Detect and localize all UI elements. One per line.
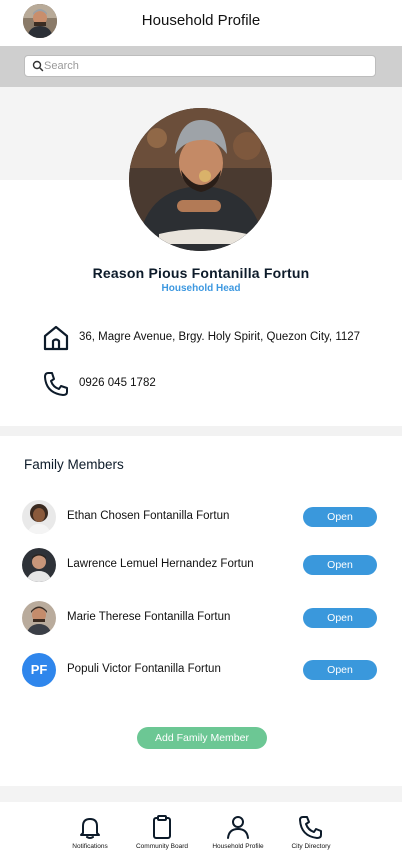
tab-community-board[interactable]: Community Board: [122, 814, 202, 860]
tab-notifications[interactable]: Notifications: [50, 814, 130, 860]
clipboard-icon: [153, 815, 171, 839]
member-avatar: [22, 601, 56, 635]
search-icon: [32, 60, 44, 72]
tab-label: Household Profile: [212, 843, 264, 850]
user-icon: [227, 816, 249, 839]
tab-label: Notifications: [72, 843, 108, 850]
home-icon: [43, 325, 69, 351]
address-row: 36, Magre Avenue, Brgy. Holy Spirit, Que…: [42, 324, 382, 352]
tab-household-profile[interactable]: Household Profile: [198, 814, 278, 860]
section-divider: [0, 426, 402, 436]
member-name: Marie Therese Fontanilla Fortun: [67, 611, 231, 623]
list-item: Marie Therese Fontanilla Fortun Open: [22, 601, 378, 635]
open-member-button[interactable]: Open: [303, 660, 377, 680]
phone-row: 0926 045 1782: [42, 370, 382, 398]
search-bar-container: [0, 46, 402, 87]
footer-divider: [0, 786, 402, 802]
member-avatar: [22, 548, 56, 582]
profile-photo: [129, 108, 272, 251]
tab-city-directory[interactable]: City Directory: [271, 814, 351, 860]
list-item: Lawrence Lemuel Hernandez Fortun Open: [22, 548, 378, 582]
add-family-member-button[interactable]: Add Family Member: [137, 727, 267, 749]
search-input[interactable]: [44, 58, 364, 74]
open-member-button[interactable]: Open: [303, 507, 377, 527]
search-field[interactable]: [24, 55, 376, 77]
household-head-name: Reason Pious Fontanilla Fortun: [92, 265, 310, 281]
tab-label: Community Board: [135, 843, 189, 850]
member-initials: PF: [22, 653, 56, 687]
open-member-button[interactable]: Open: [303, 608, 377, 628]
bottom-nav: Notifications Community Board Household …: [0, 802, 402, 866]
address-text: 36, Magre Avenue, Brgy. Holy Spirit, Que…: [79, 331, 361, 343]
page-title: Household Profile: [141, 12, 261, 29]
list-item: Ethan Chosen Fontanilla Fortun Open: [22, 500, 378, 534]
phone-icon: [299, 816, 322, 839]
family-members-title: Family Members: [24, 457, 124, 472]
member-name: Populi Victor Fontanilla Fortun: [67, 663, 221, 675]
top-header: Household Profile: [0, 0, 402, 46]
tab-label: City Directory: [291, 843, 331, 850]
bell-icon: [80, 818, 100, 839]
household-head-role: Household Head: [161, 283, 241, 294]
member-avatar: PF: [22, 653, 56, 687]
phone-icon: [44, 372, 68, 396]
list-item: PF Populi Victor Fontanilla Fortun Open: [22, 653, 378, 687]
member-name: Lawrence Lemuel Hernandez Fortun: [67, 558, 254, 570]
member-name: Ethan Chosen Fontanilla Fortun: [67, 510, 230, 522]
open-member-button[interactable]: Open: [303, 555, 377, 575]
member-avatar: [22, 500, 56, 534]
phone-text: 0926 045 1782: [79, 377, 156, 389]
